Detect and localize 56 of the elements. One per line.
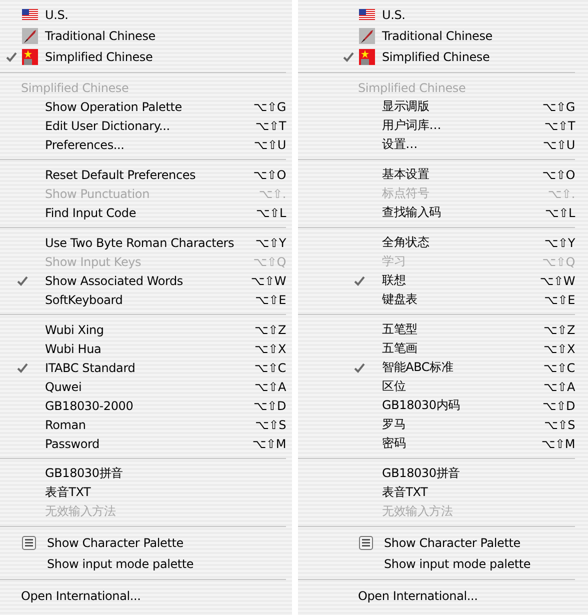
menu-item[interactable]: Show input mode palette [0,553,286,574]
menu-item[interactable]: 表音TXT [0,483,286,502]
section-header: Simplified Chinese [20,80,129,94]
menu-item[interactable]: Find Input Code ⌥⇧L [0,203,286,222]
menu-item[interactable]: Wubi Hua ⌥⇧X [0,339,286,358]
menu-item[interactable]: 用户词库… ⌥⇧T [337,116,575,135]
menu-item[interactable]: 罗马 ⌥⇧S [337,415,575,434]
menu-item[interactable]: Show Operation Palette ⌥⇧G [0,97,286,116]
flag-icon [359,48,375,64]
menu-item[interactable]: Edit User Dictionary... ⌥⇧T [0,116,286,135]
menu-item[interactable]: GB18030-2000 ⌥⇧D [0,396,286,415]
language-menu-item[interactable]: U.S. [337,4,575,25]
menu-item[interactable]: Reset Default Preferences ⌥⇧O [0,165,286,184]
character-palette-icon [359,536,373,550]
menu-item[interactable]: 键盘表 ⌥⇧E [337,290,575,309]
flag-icon [359,9,375,20]
menu-item[interactable]: Open International... [0,585,286,606]
menu-item[interactable]: 基本设置 ⌥⇧O [337,165,575,184]
menu-item[interactable]: 智能ABC标准 ⌥⇧C [337,358,575,377]
language-menu-item[interactable]: Traditional Chinese [337,25,575,46]
language-menu-item[interactable]: Traditional Chinese [0,25,286,46]
menu-item[interactable]: Show Associated Words ⌥⇧W [0,271,286,290]
menu-item[interactable]: Quwei ⌥⇧A [0,377,286,396]
flag-icon [22,9,38,20]
menu-item[interactable]: GB18030内码 ⌥⇧D [337,396,575,415]
menu-item[interactable]: Show input mode palette [337,553,575,574]
menu-item[interactable]: Open International... [337,585,575,606]
language-menu-item[interactable]: Simplified Chinese [0,46,286,67]
menu-item[interactable]: GB18030拼音 [0,464,286,483]
menu-item[interactable]: 联想 ⌥⇧W [337,271,575,290]
menu-item[interactable]: 五笔画 ⌥⇧X [337,339,575,358]
menu-item[interactable]: SoftKeyboard ⌥⇧E [0,290,286,309]
language-menu-item[interactable]: Simplified Chinese [337,46,575,67]
flag-icon [22,48,38,64]
menu-item[interactable]: 显示调版 ⌥⇧G [337,97,575,116]
menu-item[interactable]: Show Character Palette [337,532,575,553]
language-menu-item[interactable]: U.S. [0,4,286,25]
menu-item[interactable]: 设置… ⌥⇧U [337,135,575,154]
section-header: Simplified Chinese [357,80,466,94]
menu-item[interactable]: Show Character Palette [0,532,286,553]
menu-item[interactable]: 区位 ⌥⇧A [337,377,575,396]
menu-item[interactable]: 全角状态 ⌥⇧Y [337,233,575,252]
menu-item[interactable]: Password ⌥⇧M [0,434,286,453]
menu-item[interactable]: GB18030拼音 [337,464,575,483]
menu-item[interactable]: ITABC Standard ⌥⇧C [0,358,286,377]
menu-item[interactable]: 表音TXT [337,483,575,502]
character-palette-icon [22,536,36,550]
brush-icon [22,28,38,44]
menu-item[interactable]: 密码 ⌥⇧M [337,434,575,453]
menu-item[interactable]: Roman ⌥⇧S [0,415,286,434]
menu-item[interactable]: Use Two Byte Roman Characters ⌥⇧Y [0,233,286,252]
menu-item[interactable]: 五笔型 ⌥⇧Z [337,320,575,339]
menu-item[interactable]: Wubi Xing ⌥⇧Z [0,320,286,339]
menu-item[interactable]: Preferences... ⌥⇧U [0,135,286,154]
brush-icon [359,28,375,44]
menu-item[interactable]: 查找输入码 ⌥⇧L [337,203,575,222]
